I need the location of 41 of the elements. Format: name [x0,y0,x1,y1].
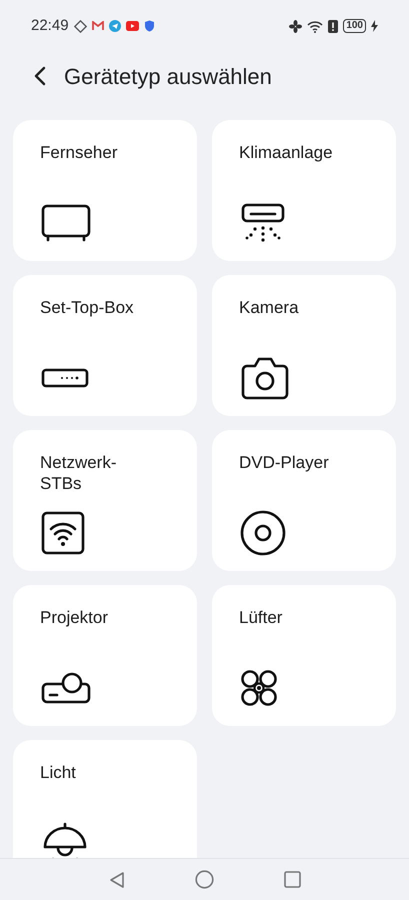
wifi-box-icon [40,510,86,556]
device-card[interactable]: Licht [13,740,197,858]
alert-icon [328,20,338,32]
air-conditioner-icon [239,202,287,244]
back-icon [34,66,46,86]
device-label: Fernseher [40,142,118,164]
set-top-box-icon [40,366,90,388]
device-label: Lüfter [239,607,284,629]
recents-button[interactable] [282,870,302,890]
paper-plane-icon [108,20,121,32]
charging-icon [371,20,378,32]
wifi-icon [307,20,324,32]
device-label: Set-Top-Box [40,297,135,319]
home-button[interactable] [194,870,214,890]
device-card[interactable]: Set-Top-Box [13,275,197,416]
device-label: Netzwerk-STBs [40,452,118,494]
fan-icon [239,668,279,708]
play-icon [126,21,139,31]
diamond-icon [74,20,87,32]
device-card[interactable]: Klimaanlage [212,120,396,261]
device-card[interactable]: Kamera [212,275,396,416]
device-label: DVD-Player [239,452,330,474]
projector-icon [40,670,92,704]
device-label: Projektor [40,607,110,629]
device-card[interactable]: Projektor [13,585,197,726]
device-card[interactable]: Lüfter [212,585,396,726]
camera-icon [239,354,291,400]
fan-icon [289,20,302,32]
mail-icon [92,21,104,31]
status-time: 22:49 [31,16,69,36]
battery-indicator: 100 [343,19,366,33]
device-label: Kamera [239,297,300,319]
device-card[interactable]: Netzwerk-STBs [13,430,197,571]
device-card[interactable]: Fernseher [13,120,197,261]
tv-icon [40,202,92,242]
page-title: Gerätetyp auswählen [64,62,272,91]
device-label: Klimaanlage [239,142,334,164]
shield-icon [144,20,155,32]
disc-icon [239,508,287,556]
device-card[interactable]: DVD-Player [212,430,396,571]
device-label: Licht [40,762,77,784]
